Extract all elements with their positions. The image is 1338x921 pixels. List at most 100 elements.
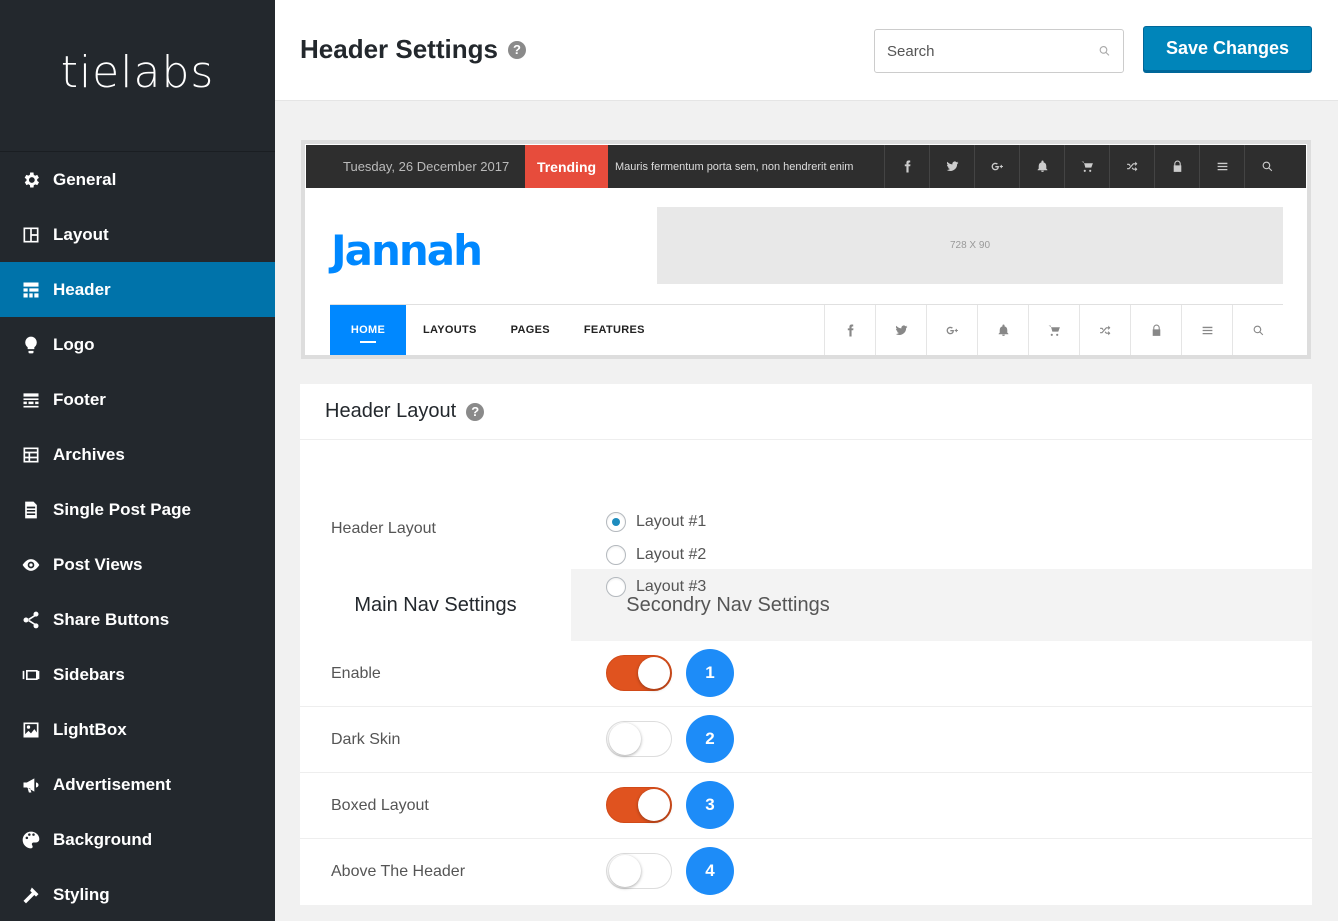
option-row-enable: Enable 1: [300, 641, 1312, 707]
option-label: Boxed Layout: [331, 797, 429, 814]
dark-skin-toggle[interactable]: [606, 721, 672, 757]
brand-name: tielabs: [60, 47, 215, 98]
sidebar-item-header[interactable]: Header: [0, 262, 275, 317]
tab-main-nav-settings[interactable]: Main Nav Settings: [300, 569, 571, 641]
hammer-icon: [20, 884, 42, 906]
cart-icon: [1028, 305, 1079, 355]
radio-checked-icon[interactable]: [606, 512, 626, 532]
sidebar-item-advertisement[interactable]: Advertisement: [0, 757, 275, 812]
above-the-header-toggle[interactable]: [606, 853, 672, 889]
sidebar-item-background[interactable]: Background: [0, 812, 275, 867]
facebook-icon: [824, 305, 875, 355]
sidebar-item-label: Advertisement: [53, 774, 172, 794]
sidebar-item-label: Share Buttons: [53, 609, 170, 629]
preview-ad-banner: 728 X 90: [657, 207, 1283, 284]
preview-nav-features: FEATURES: [583, 324, 645, 336]
layout-icon: [20, 224, 42, 246]
enable-toggle[interactable]: [606, 655, 672, 691]
sidebar-item-layout[interactable]: Layout: [0, 207, 275, 262]
footer-icon: [20, 389, 42, 411]
toggle-knob: [609, 855, 641, 887]
sidebar-item-label: Header: [53, 279, 111, 299]
step-badge: 4: [686, 847, 734, 895]
sidebar-item-logo[interactable]: Logo: [0, 317, 275, 372]
toggle-knob: [638, 657, 670, 689]
step-badge: 1: [686, 649, 734, 697]
app: tielabs General Layout Header Logo Foote…: [0, 0, 1338, 921]
help-icon[interactable]: ?: [466, 402, 485, 421]
help-icon[interactable]: ?: [507, 40, 526, 59]
sidebar-item-styling[interactable]: Styling: [0, 867, 275, 921]
twitter-icon: [929, 145, 974, 188]
gear-icon: [20, 169, 42, 191]
search-icon: [1099, 46, 1110, 56]
sidebar-item-label: Styling: [53, 884, 110, 904]
sidebar-item-label: Sidebars: [53, 664, 125, 684]
option-row-above-the-header: Above The Header 4: [300, 839, 1312, 905]
sidebar-item-label: Background: [53, 829, 153, 849]
document-icon: [20, 499, 42, 521]
radio-label: Layout #3: [636, 578, 707, 595]
menu-icon: [1199, 145, 1244, 188]
sidebar-item-lightbox[interactable]: LightBox: [0, 702, 275, 757]
sidebar-item-footer[interactable]: Footer: [0, 372, 275, 427]
sidebar-item-single-post-page[interactable]: Single Post Page: [0, 482, 275, 537]
option-label: Enable: [331, 665, 381, 682]
sidebar-item-post-views[interactable]: Post Views: [0, 537, 275, 592]
bell-icon: [1019, 145, 1064, 188]
preview-nav-layouts: LAYOUTS: [423, 324, 477, 336]
preview-nav-pages: PAGES: [510, 324, 550, 336]
header-layout-row: Header Layout Layout #1 Layout #2 Layout…: [300, 440, 1312, 597]
section-title: Header Layout ?: [300, 384, 1312, 440]
share-icon: [20, 609, 42, 631]
facebook-icon: [884, 145, 929, 188]
sidebar-item-share-buttons[interactable]: Share Buttons: [0, 592, 275, 647]
preview-top-icons: [884, 145, 1289, 188]
search-icon: [1232, 305, 1283, 355]
option-row-dark-skin: Dark Skin 2: [300, 707, 1312, 773]
sidebar-item-label: Post Views: [53, 554, 143, 574]
preview-topbar: Tuesday, 26 December 2017 Trending Mauri…: [306, 145, 1306, 188]
save-changes-button[interactable]: Save Changes: [1143, 26, 1312, 71]
sidebars-icon: [20, 664, 42, 686]
preview-nav-home: HOME: [330, 305, 406, 355]
lightbulb-icon: [20, 334, 42, 356]
page-title: Header Settings ?: [300, 34, 526, 65]
sidebar-item-label: LightBox: [53, 719, 127, 739]
page-title-text: Header Settings: [300, 34, 498, 64]
sidebar-nav: General Layout Header Logo Footer Archiv…: [0, 152, 275, 921]
sidebar-item-archives[interactable]: Archives: [0, 427, 275, 482]
sidebar-item-label: Archives: [53, 444, 125, 464]
layout-option-3[interactable]: Layout #3: [606, 577, 706, 597]
preview-ad-size: 728 X 90: [949, 240, 991, 251]
twitter-icon: [875, 305, 926, 355]
palette-icon: [20, 829, 42, 851]
radio-unchecked-icon[interactable]: [606, 577, 626, 597]
eye-icon: [20, 554, 42, 576]
cart-icon: [1064, 145, 1109, 188]
toggle-knob: [638, 789, 670, 821]
radio-unchecked-icon[interactable]: [606, 545, 626, 565]
option-label: Dark Skin: [331, 731, 401, 748]
option-row-boxed-layout: Boxed Layout 3: [300, 773, 1312, 839]
preview-nav-spacer: [662, 305, 824, 355]
sidebar-item-sidebars[interactable]: Sidebars: [0, 647, 275, 702]
sidebar: tielabs General Layout Header Logo Foote…: [0, 0, 275, 921]
menu-icon: [1181, 305, 1232, 355]
shuffle-icon: [1079, 305, 1130, 355]
sidebar-item-label: Layout: [53, 224, 109, 244]
layout-option-1[interactable]: Layout #1: [606, 512, 706, 532]
section-title-text: Header Layout: [325, 400, 457, 422]
sidebar-item-general[interactable]: General: [0, 152, 275, 207]
preview-logo: Jannah: [331, 226, 483, 275]
search-input[interactable]: [887, 42, 1098, 60]
step-badge: 2: [686, 715, 734, 763]
search-box: [874, 29, 1124, 73]
sidebar-item-label: Single Post Page: [53, 499, 191, 519]
step-badge: 3: [686, 781, 734, 829]
google-plus-icon: [974, 145, 1019, 188]
google-plus-icon: [926, 305, 977, 355]
layout-option-2[interactable]: Layout #2: [606, 545, 706, 565]
brand-logo[interactable]: tielabs: [0, 0, 275, 152]
boxed-layout-toggle[interactable]: [606, 787, 672, 823]
